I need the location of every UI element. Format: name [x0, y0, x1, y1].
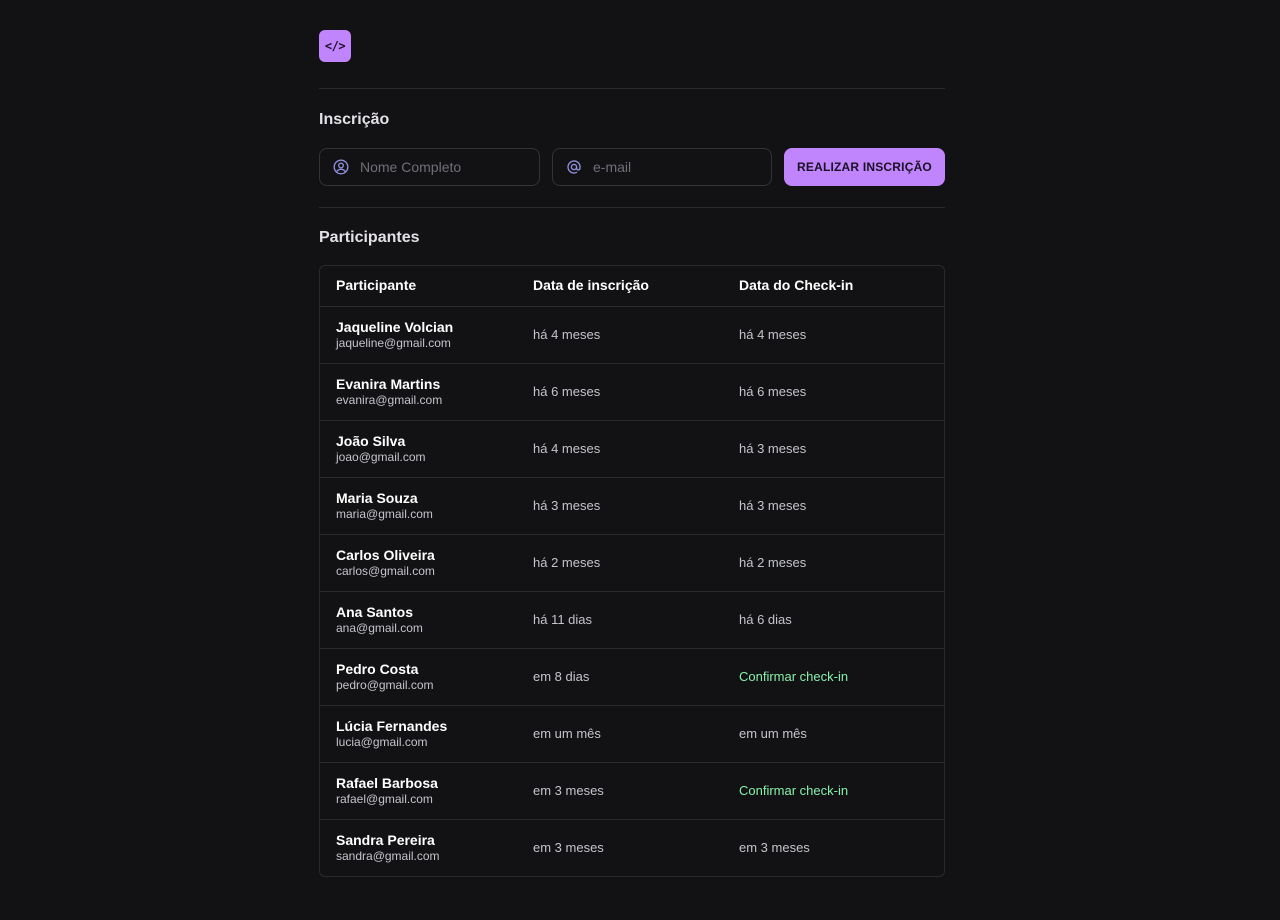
name-field[interactable]: [319, 148, 540, 186]
table-row: Maria Souza maria@gmail.com há 3 meses há 3…: [320, 478, 944, 535]
table-row: João Silva joao@gmail.com há 4 meses há 3 m…: [320, 421, 944, 478]
code-brackets-icon: </>: [319, 30, 351, 62]
participant-name: Jaqueline Volcian: [336, 319, 454, 335]
participant-cell: João Silva joao@gmail.com: [320, 433, 533, 465]
participant-name: Pedro Costa: [336, 661, 419, 677]
registration-date: em um mês: [533, 726, 601, 741]
at-sign-icon: [566, 159, 582, 175]
participant-cell: Maria Souza maria@gmail.com: [320, 490, 533, 522]
table-row: Rafael Barbosa rafael@gmail.com em 3 meses…: [320, 763, 944, 820]
participant-name: Sandra Pereira: [336, 832, 435, 848]
table-body: Jaqueline Volcian jaqueline@gmail.com há 4…: [320, 307, 944, 876]
checkin-date: há 6 dias: [739, 612, 792, 627]
registration-date: há 6 meses: [533, 384, 601, 399]
column-header-checkin-date: Data do Check-in: [739, 277, 854, 293]
participant-email: sandra@gmail.com: [336, 849, 440, 863]
submit-registration-button[interactable]: REALIZAR INSCRIÇÃO: [784, 148, 945, 186]
table-row: Pedro Costa pedro@gmail.com em 8 dias Confi…: [320, 649, 944, 706]
confirm-checkin-link[interactable]: Confirmar check-in: [739, 783, 848, 798]
table-row: Sandra Pereira sandra@gmail.com em 3 meses…: [320, 820, 944, 876]
participant-cell: Jaqueline Volcian jaqueline@gmail.com: [320, 319, 533, 351]
participant-name: Lúcia Fernandes: [336, 718, 448, 734]
registration-title: Inscrição: [319, 111, 390, 128]
participant-email: maria@gmail.com: [336, 507, 433, 521]
participant-email: evanira@gmail.com: [336, 393, 443, 407]
table-row: Carlos Oliveira carlos@gmail.com há 2 mese…: [320, 535, 944, 592]
registration-date: em 8 dias: [533, 669, 590, 684]
column-header-participant: Participante: [336, 277, 417, 293]
user-circle-icon: [333, 159, 349, 175]
participant-name: João Silva: [336, 433, 406, 449]
table-row: Evanira Martins evanira@gmail.com há 6 mes…: [320, 364, 944, 421]
registration-date: há 3 meses: [533, 498, 601, 513]
column-header-registration-date: Data de inscrição: [533, 277, 649, 293]
checkin-date: há 2 meses: [739, 555, 807, 570]
registration-date: em 3 meses: [533, 783, 604, 798]
participant-cell: Rafael Barbosa rafael@gmail.com: [320, 775, 533, 807]
participant-name: Carlos Oliveira: [336, 547, 435, 563]
participant-cell: Lúcia Fernandes lucia@gmail.com: [320, 718, 533, 750]
participant-name: Ana Santos: [336, 604, 414, 620]
participant-name: Rafael Barbosa: [336, 775, 438, 791]
participant-cell: Ana Santos ana@gmail.com: [320, 604, 533, 636]
participants-table: Participante Data de inscrição Data do C…: [319, 265, 945, 877]
participant-cell: Sandra Pereira sandra@gmail.com: [320, 832, 533, 864]
checkin-date: há 6 meses: [739, 384, 807, 399]
participant-email: joao@gmail.com: [336, 450, 426, 464]
participant-email: ana@gmail.com: [336, 621, 423, 635]
participant-cell: Carlos Oliveira carlos@gmail.com: [320, 547, 533, 579]
email-input[interactable]: [593, 159, 763, 175]
table-row: Jaqueline Volcian jaqueline@gmail.com há 4…: [320, 307, 944, 364]
participant-email: rafael@gmail.com: [336, 792, 433, 806]
name-input[interactable]: [360, 159, 530, 175]
registration-form: REALIZAR INSCRIÇÃO: [319, 148, 945, 186]
header-divider: [319, 88, 945, 89]
page-container: </> Inscrição REALIZAR INSCRIÇÃO: [319, 30, 945, 877]
email-field[interactable]: [552, 148, 772, 186]
participant-email: carlos@gmail.com: [336, 564, 435, 578]
participant-name: Evanira Martins: [336, 376, 441, 392]
checkin-date: há 3 meses: [739, 498, 807, 513]
checkin-date: em um mês: [739, 726, 807, 741]
table-row: Ana Santos ana@gmail.com há 11 dias há 6 di…: [320, 592, 944, 649]
registration-date: há 4 meses: [533, 441, 601, 456]
registration-date: há 2 meses: [533, 555, 601, 570]
participant-name: Maria Souza: [336, 490, 418, 506]
participant-email: lucia@gmail.com: [336, 735, 428, 749]
registration-date: há 4 meses: [533, 327, 601, 342]
checkin-date: há 4 meses: [739, 327, 807, 342]
participants-title: Participantes: [319, 229, 420, 246]
participant-cell: Pedro Costa pedro@gmail.com: [320, 661, 533, 693]
checkin-date: há 3 meses: [739, 441, 807, 456]
table-header: Participante Data de inscrição Data do C…: [320, 266, 944, 307]
confirm-checkin-link[interactable]: Confirmar check-in: [739, 669, 848, 684]
participant-cell: Evanira Martins evanira@gmail.com: [320, 376, 533, 408]
registration-date: em 3 meses: [533, 840, 604, 855]
table-row: Lúcia Fernandes lucia@gmail.com em um mês e…: [320, 706, 944, 763]
checkin-date: em 3 meses: [739, 840, 810, 855]
participant-email: jaqueline@gmail.com: [336, 336, 451, 350]
participant-email: pedro@gmail.com: [336, 678, 434, 692]
section-divider: [319, 207, 945, 208]
registration-date: há 11 dias: [533, 612, 593, 627]
